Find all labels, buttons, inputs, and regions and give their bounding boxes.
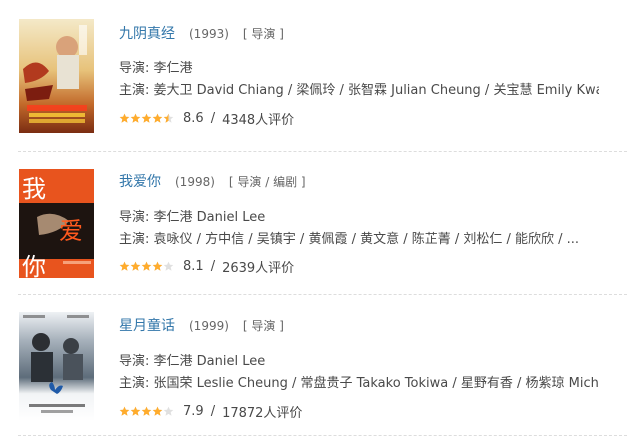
rating-line: 8.1 / 2639人评价 [119,257,599,276]
rating-votes: 17872人评价 [222,406,303,421]
movie-role: [ 导演 / 编剧 ] [228,175,306,189]
cast-line: 主演: 张国荣 Leslie Cheung / 常盘贵子 Takako Toki… [119,376,599,391]
star-icon [130,261,141,271]
rating-score: 7.9 [183,404,204,419]
star-icon [119,113,130,123]
title-line: 星月童话 (1999) [ 导演 ] [119,315,284,335]
movie-poster-woaini-icon: 我 爱 你 [19,169,94,278]
movie-poster-jiuyin-icon [19,19,94,133]
movie-title-link[interactable]: 九阴真经 [119,26,175,42]
star-icon [152,113,163,123]
star-icon [163,406,174,416]
movie-year: (1998) [175,175,215,189]
divider [18,435,627,436]
star-rating-icon [119,261,174,272]
movie-year: (1993) [189,27,229,41]
rating-line: 7.9 / 17872人评价 [119,402,599,421]
poster-char-3: 你 [22,253,46,278]
rating-score: 8.1 [183,259,204,274]
filmography-list: 九阴真经 (1993) [ 导演 ] 导演: 李仁港 主演: 姜大卫 David C… [0,0,629,438]
director-line: 导演: 李仁港 Daniel Lee [119,354,266,369]
star-rating-icon [119,406,174,417]
movie-role: [ 导演 ] [242,319,284,333]
list-item: 九阴真经 (1993) [ 导演 ] 导演: 李仁港 主演: 姜大卫 David C… [0,0,629,152]
title-line: 我爱你 (1998) [ 导演 / 编剧 ] [119,171,306,191]
stars-svg [119,113,174,123]
stars-svg [119,406,174,416]
rating-score: 8.6 [183,111,204,126]
cast-line: 主演: 袁咏仪 / 方中信 / 吴镇宇 / 黄佩霞 / 黄文意 / 陈芷菁 / … [119,232,580,247]
star-icon [141,406,152,416]
star-icon [130,406,141,416]
movie-title-link[interactable]: 星月童话 [119,318,175,334]
star-icon [119,406,130,416]
rating-votes: 2639人评价 [222,261,295,276]
movie-title-link[interactable]: 我爱你 [119,174,161,190]
star-icon [141,113,152,123]
movie-poster-xingyue-icon [19,312,94,421]
separator: / [210,259,216,274]
star-rating-icon [119,113,174,124]
title-line: 九阴真经 (1993) [ 导演 ] [119,23,284,43]
star-icon [163,113,174,123]
separator: / [210,404,216,419]
poster-image[interactable] [19,312,94,421]
director-line: 导演: 李仁港 [119,61,193,76]
star-icon [141,261,152,271]
movie-year: (1999) [189,319,229,333]
director-line: 导演: 李仁港 Daniel Lee [119,210,266,225]
poster-char-1: 我 [22,175,46,203]
star-icon [152,406,163,416]
poster-char-2: 爱 [59,217,83,245]
list-item: 星月童话 (1999) [ 导演 ] 导演: 李仁港 Daniel Lee 主演: … [0,295,629,438]
star-icon [119,261,130,271]
star-icon [152,261,163,271]
rating-line: 8.6 / 4348人评价 [119,109,599,128]
list-item: 我 爱 你 我爱你 (1998) [ 导演 / 编剧 ] 导演: 李仁港 Danie… [0,152,629,295]
cast-line: 主演: 姜大卫 David Chiang / 梁佩玲 / 张智霖 Julian … [119,83,599,98]
movie-role: [ 导演 ] [242,27,284,41]
star-icon [130,113,141,123]
poster-image[interactable] [19,19,94,133]
star-icon [163,261,174,271]
stars-svg [119,261,174,271]
rating-votes: 4348人评价 [222,113,295,128]
separator: / [210,111,216,126]
poster-image[interactable]: 我 爱 你 [19,169,94,278]
